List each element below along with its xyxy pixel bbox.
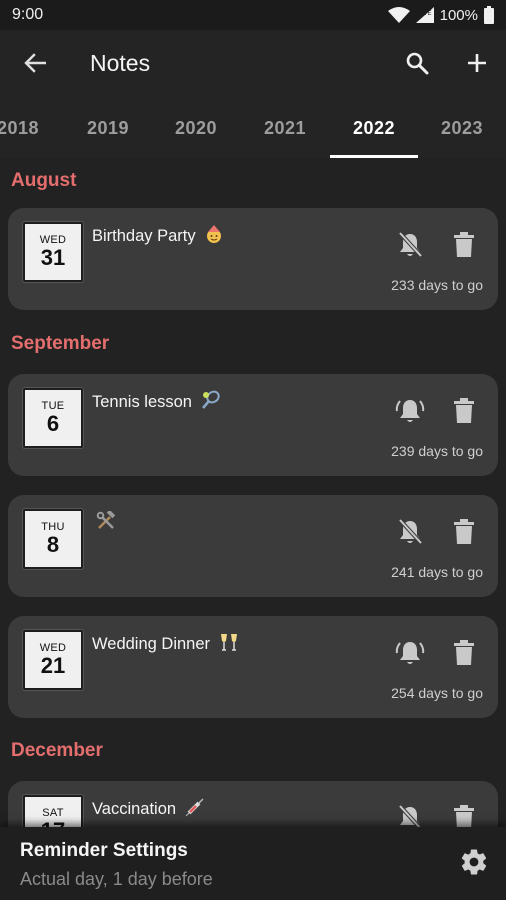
battery-text: 100% xyxy=(439,6,478,24)
bell-ringing-icon xyxy=(395,639,425,672)
month-header-august: August xyxy=(11,170,77,191)
note-title-row: Tennis lesson xyxy=(92,390,221,415)
days-to-go: 241 days to go xyxy=(391,564,483,580)
note-title-row: Vaccination xyxy=(92,797,205,822)
add-note-button[interactable] xyxy=(460,49,494,81)
tennis-icon xyxy=(201,390,221,415)
note-card[interactable]: TUE 6 Tennis lesson 239 days to go xyxy=(8,374,498,476)
settings-button[interactable] xyxy=(457,847,491,881)
delete-button[interactable] xyxy=(449,396,479,430)
gear-icon xyxy=(459,847,489,882)
note-title-row: Wedding Dinner xyxy=(92,632,239,657)
reminder-toggle-button[interactable] xyxy=(393,230,427,264)
note-title-row xyxy=(92,509,116,536)
back-button[interactable] xyxy=(18,50,52,80)
note-title: Wedding Dinner xyxy=(92,635,211,653)
reminder-toggle-button[interactable] xyxy=(393,517,427,551)
back-arrow-icon xyxy=(24,52,47,78)
app-bar: Notes xyxy=(0,30,506,98)
date-day: 6 xyxy=(46,411,60,436)
note-title: Tennis lesson xyxy=(92,393,192,411)
syringe-icon xyxy=(185,797,205,822)
year-tabs: 2018 2019 2020 2021 2022 2023 xyxy=(0,98,506,158)
date-day: 21 xyxy=(40,653,66,678)
tab-indicator xyxy=(330,155,418,158)
battery-icon xyxy=(484,6,494,24)
month-header-december: December xyxy=(11,740,103,761)
tab-2021[interactable]: 2021 xyxy=(241,98,329,158)
reminder-toggle-button[interactable] xyxy=(393,396,427,430)
note-card[interactable]: THU 8 241 days to go xyxy=(8,495,498,597)
delete-button[interactable] xyxy=(449,517,479,551)
bell-off-icon xyxy=(397,518,423,551)
note-title: Vaccination xyxy=(92,800,177,818)
tab-2019[interactable]: 2019 xyxy=(64,98,152,158)
search-button[interactable] xyxy=(400,49,434,81)
days-to-go: 233 days to go xyxy=(391,277,483,293)
note-card[interactable]: WED 31 Birthday Party 233 days to go xyxy=(8,208,498,310)
status-icons: LTE 100% xyxy=(387,6,494,24)
date-day: 8 xyxy=(46,532,60,557)
delete-button[interactable] xyxy=(449,230,479,264)
status-bar: 9:00 LTE 100% xyxy=(0,0,506,30)
date-box: TUE 6 xyxy=(23,388,83,448)
champagne-glasses-icon xyxy=(219,632,239,657)
days-to-go: 254 days to go xyxy=(391,685,483,701)
signal-icon: LTE xyxy=(415,7,434,23)
note-title: Birthday Party xyxy=(92,227,196,245)
plus-icon xyxy=(467,53,487,78)
wifi-icon xyxy=(387,7,410,23)
date-box: WED 21 xyxy=(23,630,83,690)
status-time: 9:00 xyxy=(12,6,44,23)
search-icon xyxy=(405,51,429,80)
trash-icon xyxy=(453,397,475,429)
reminder-settings-bar[interactable]: Reminder Settings Actual day, 1 day befo… xyxy=(0,827,506,900)
date-box: WED 31 xyxy=(23,222,83,282)
delete-button[interactable] xyxy=(449,638,479,672)
tab-2023[interactable]: 2023 xyxy=(418,98,506,158)
days-to-go: 239 days to go xyxy=(391,443,483,459)
bell-ringing-icon xyxy=(395,397,425,430)
tab-2022[interactable]: 2022 xyxy=(330,98,418,158)
hammer-wrench-icon xyxy=(96,509,116,536)
page-title: Notes xyxy=(90,50,151,76)
tab-2018[interactable]: 2018 xyxy=(0,98,62,158)
trash-icon xyxy=(453,231,475,263)
tab-2020[interactable]: 2020 xyxy=(152,98,240,158)
bell-off-icon xyxy=(397,231,423,264)
reminder-settings-subtitle: Actual day, 1 day before xyxy=(20,869,213,889)
date-day: 31 xyxy=(40,245,66,270)
reminder-settings-title: Reminder Settings xyxy=(20,840,188,861)
svg-text:LTE: LTE xyxy=(421,11,432,17)
trash-icon xyxy=(453,518,475,550)
date-box: THU 8 xyxy=(23,509,83,569)
month-header-september: September xyxy=(11,333,110,354)
note-title-row: Birthday Party xyxy=(92,224,224,249)
reminder-toggle-button[interactable] xyxy=(393,638,427,672)
party-hat-icon xyxy=(204,224,224,249)
note-card[interactable]: WED 21 Wedding Dinner 254 days to go xyxy=(8,616,498,718)
trash-icon xyxy=(453,639,475,671)
